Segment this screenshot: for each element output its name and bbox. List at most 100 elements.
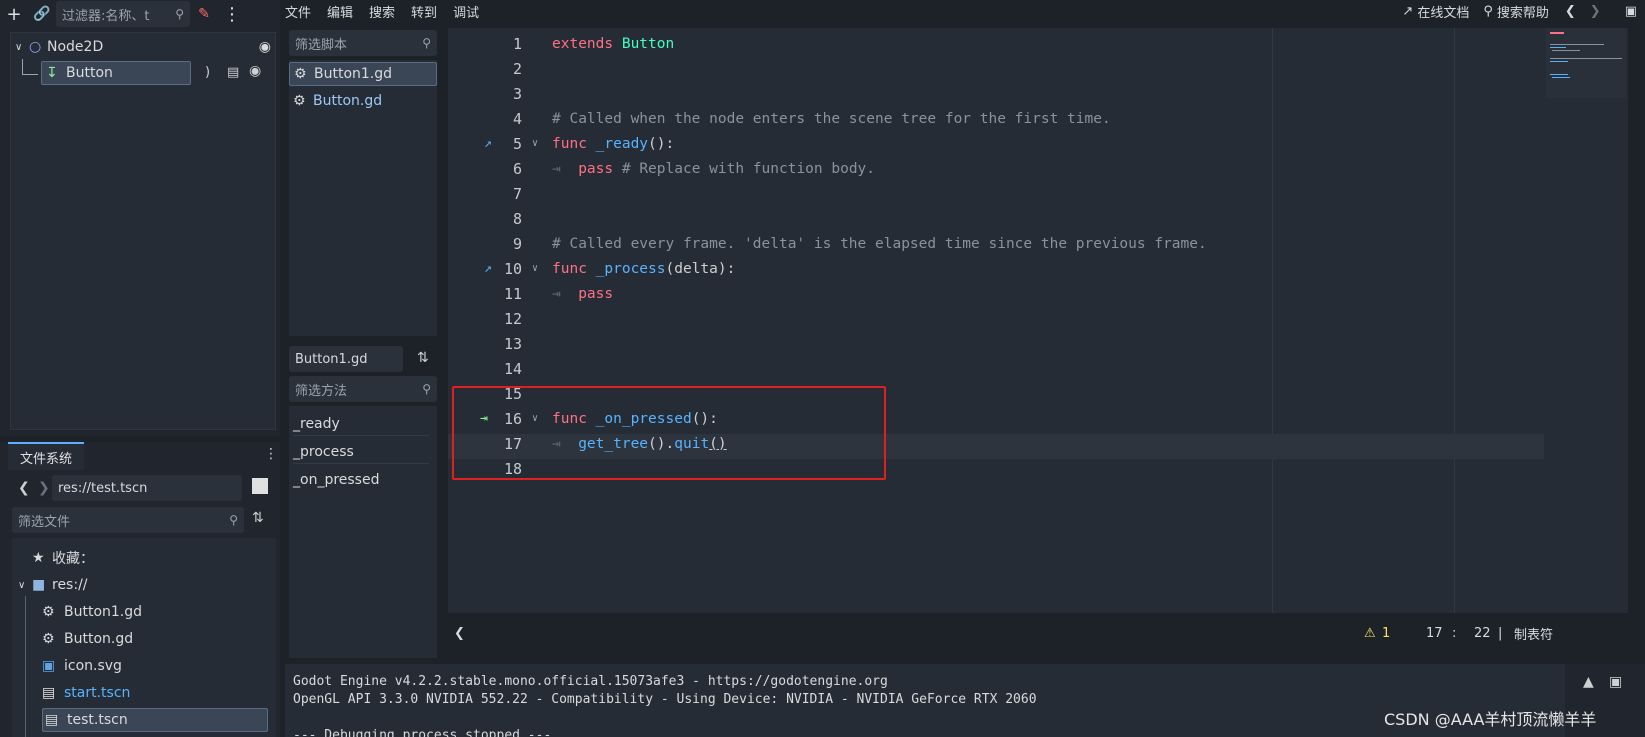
tab-filesystem[interactable]: 文件系统 [8,442,84,470]
scene-icon: ▤ [42,685,56,701]
folder-icon: ■ [32,577,46,593]
copy-output-icon[interactable]: ▣ [1609,674,1622,690]
file-item[interactable]: ⚙ Button1.gd [42,600,142,624]
sort-icon[interactable]: ⇅ [417,350,429,366]
favorites-row[interactable]: ★ 收藏： [32,546,94,570]
tree-node-button[interactable]: ↧ Button [41,61,191,85]
scene-icon: ▤ [45,712,59,728]
node2d-icon: ○ [29,39,42,55]
script-icon[interactable]: ✎ [190,0,218,28]
fs-body: ❮ ❯ res://test.tscn 筛选文件 ⚲ ⇅ ★ 收藏： ∨ ■ r… [8,470,276,737]
code-line[interactable]: 7 [448,181,1548,206]
warning-count[interactable]: 1 [1382,626,1390,641]
method-item[interactable]: _on_pressed [293,468,429,492]
chevron-down-icon[interactable]: ∨ [15,42,29,53]
highlight-annotation-box [452,386,886,480]
fold-arrow-icon[interactable]: ∨ [532,138,538,149]
code-line[interactable]: 4 # Called when the node enters the scen… [448,106,1548,131]
file-item-selected[interactable]: ▤ test.tscn [42,708,268,732]
minimap-line [1550,61,1568,62]
script-label: Button.gd [313,93,383,109]
image-icon: ▣ [42,658,56,674]
forward-icon[interactable]: ❯ [38,480,50,496]
code-line[interactable]: ↗ 10 ∨ func _process(delta): [448,256,1548,281]
favorites-label: 收藏： [52,551,94,567]
code-line[interactable]: 6 ⇥ pass # Replace with function body. [448,156,1548,181]
line-number: 13 [503,334,522,353]
method-filter-input[interactable]: 筛选方法 ⚲ [289,376,437,402]
line-number: 2 [512,59,522,78]
watermark: CSDN @AAA羊村顶流懒羊羊 [1384,710,1597,729]
clear-output-icon[interactable]: ▲ [1583,674,1594,690]
menu-edit[interactable]: 编辑 [327,2,353,21]
tree-node-node2d[interactable]: ∨ ○ Node2D ◉ [15,35,273,59]
line-number: 1 [512,34,522,53]
code-line[interactable]: 13 [448,331,1548,356]
toggle-split-icon[interactable] [252,478,268,494]
warning-icon[interactable]: ⚠ [1364,626,1376,641]
code-line[interactable]: 1 extends Button [448,31,1548,56]
code-line[interactable]: 14 [448,356,1548,381]
script-filter-input[interactable]: 筛选脚本 ⚲ [289,30,437,56]
script-item[interactable]: ⚙ Button.gd [293,89,382,113]
file-item[interactable]: ⚙ Button.gd [42,627,133,651]
line-number: 14 [503,359,522,378]
method-item[interactable]: _process [293,440,429,464]
file-label: icon.svg [64,658,122,674]
indent-mode-button[interactable]: 制表符 [1514,624,1553,643]
back-icon[interactable]: ❮ [18,480,30,496]
token-type: Button [621,35,675,52]
token-keyword: pass [578,285,614,302]
line-number: 7 [512,184,522,203]
code-line[interactable]: 12 [448,306,1548,331]
file-item[interactable]: ▤ start.tscn [42,681,130,705]
code-line[interactable]: 3 [448,81,1548,106]
code-line[interactable]: ↗ 5 ∨ func _ready(): [448,131,1548,156]
tree-connector [22,59,38,75]
next-script-icon[interactable]: ❯ [1590,4,1601,19]
minimap[interactable] [1546,28,1626,98]
code-line[interactable]: 2 [448,56,1548,81]
script-list-column: 筛选脚本 ⚲ ⚙ Button1.gd ⚙ Button.gd Button1.… [285,28,442,658]
visibility-eye-icon[interactable]: ◉ [249,63,261,79]
prev-script-icon[interactable]: ❮ [1565,4,1576,19]
token-function: _process [595,260,666,277]
code-editor[interactable]: 1 extends Button 2 3 4 # Called when the… [448,28,1628,613]
method-item[interactable]: _ready [293,412,429,436]
code-line[interactable]: 11 ⇥ pass [448,281,1548,306]
menu-debug[interactable]: 调试 [453,2,479,21]
online-docs-button[interactable]: 在线文档 [1417,2,1469,21]
more-menu-icon[interactable]: ⋮ [264,446,278,462]
search-help-button[interactable]: 搜索帮助 [1497,2,1549,21]
file-filter-input[interactable]: 筛选文件 ⚲ [12,507,244,533]
menu-file[interactable]: 文件 [285,2,311,21]
visibility-eye-icon[interactable]: ◉ [259,39,271,55]
tab-indicator-icon: ⇥ [552,160,579,177]
script-item-selected[interactable]: ⚙ Button1.gd [289,62,437,86]
res-root-row[interactable]: ∨ ■ res:// [18,573,88,597]
minimap-line [1552,50,1580,51]
minimap-line [1550,47,1566,48]
gear-icon: ⚙ [42,631,55,647]
signal-icon[interactable]: ) [205,65,210,80]
add-node-icon[interactable]: + [0,0,28,28]
chevron-down-icon[interactable]: ∨ [18,580,32,591]
method-list: _ready _process _on_pressed [289,406,437,658]
scene-filter-input[interactable]: 过滤器:名称、t ⚲ [56,1,190,27]
link-icon[interactable]: 🔗 [28,0,56,28]
fold-arrow-icon[interactable]: ∨ [532,263,538,274]
token-comment: # Called every frame. 'delta' is the ela… [552,235,1207,252]
menu-search[interactable]: 搜索 [369,2,395,21]
script-attached-icon[interactable]: ▤ [227,65,239,80]
more-menu-icon[interactable]: ⋮ [218,0,246,28]
code-line[interactable]: 9 # Called every frame. 'delta' is the e… [448,231,1548,256]
code-line[interactable]: 8 [448,206,1548,231]
menu-goto[interactable]: 转到 [411,2,437,21]
distraction-free-icon[interactable]: ▣ [1625,4,1637,19]
file-label: Button1.gd [64,604,143,620]
file-item[interactable]: ▣ icon.svg [42,654,122,678]
path-field[interactable]: res://test.tscn [52,475,242,501]
toggle-scripts-panel-icon[interactable]: ❮ [454,626,465,641]
filesystem-dock: 文件系统 ⋮ ❮ ❯ res://test.tscn 筛选文件 ⚲ ⇅ ★ 收藏… [0,442,280,737]
sort-icon[interactable]: ⇅ [252,510,264,526]
